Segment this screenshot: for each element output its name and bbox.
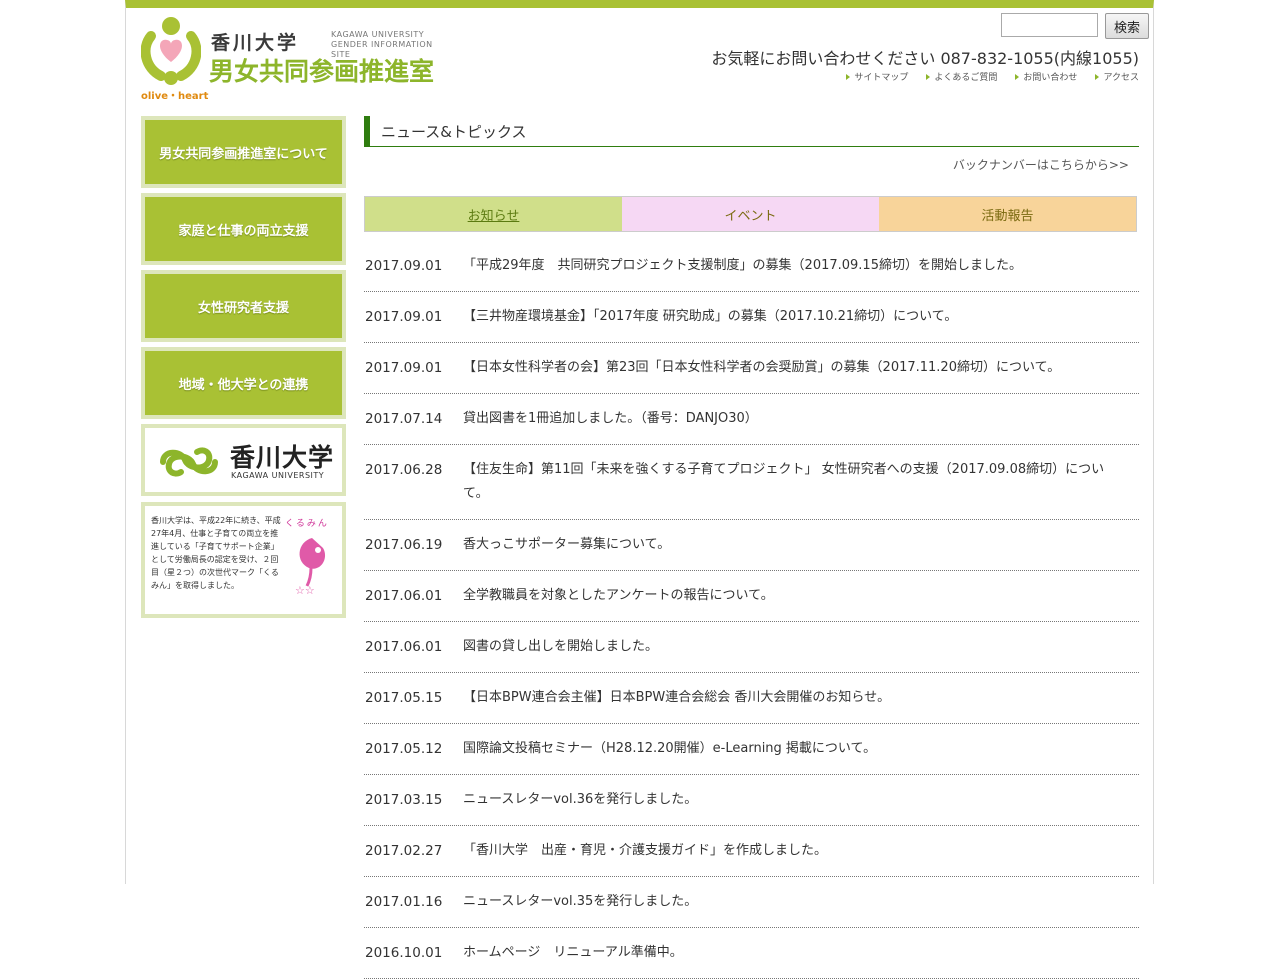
news-title[interactable]: 国際論文投稿セミナー（H28.12.20開催）e-Learning 掲載について… bbox=[463, 737, 1139, 761]
list-item[interactable]: 2017.05.15 【日本BPW連合会主催】日本BPW連合会総会 香川大会開催の… bbox=[364, 673, 1139, 724]
news-date: 2017.09.01 bbox=[365, 258, 443, 274]
list-item[interactable]: 2017.01.16 ニュースレターvol.35を発行しました。 bbox=[364, 877, 1139, 928]
faq-link[interactable]: よくあるご質問 bbox=[926, 70, 997, 83]
list-item[interactable]: 2017.09.01 「平成29年度 共同研究プロジェクト支援制度」の募集（201… bbox=[364, 241, 1139, 292]
news-title[interactable]: 【三井物産環境基金】「2017年度 研究助成」の募集（2017.10.21締切）… bbox=[463, 305, 1139, 329]
list-item[interactable]: 2017.03.15 ニュースレターvol.36を発行しました。 bbox=[364, 775, 1139, 826]
kurumin-description: 香川大学は、平成22年に続き、平成27年4月、仕事と子育ての両立を推進している「… bbox=[151, 516, 281, 590]
news-title[interactable]: 【日本BPW連合会主催】日本BPW連合会総会 香川大会開催のお知らせ。 bbox=[463, 686, 1139, 710]
news-date: 2017.06.01 bbox=[365, 588, 443, 604]
sidebar-item-about[interactable]: 男女共同参画推進室について bbox=[141, 116, 346, 188]
news-date: 2017.09.01 bbox=[365, 309, 443, 325]
logo-office-title: 男女共同参画推進室 bbox=[209, 57, 435, 86]
header-links: サイトマップ よくあるご質問 お問い合わせ アクセス bbox=[846, 70, 1139, 83]
arrow-right-icon bbox=[846, 73, 851, 80]
logo-university-name: 香川大学 bbox=[211, 32, 300, 54]
site-logo[interactable]: 香川大学 KAGAWA UNIVERSITY GENDER INFORMATIO… bbox=[141, 12, 451, 102]
news-title[interactable]: 全学教職員を対象としたアンケートの報告について。 bbox=[463, 584, 1139, 608]
news-date: 2017.02.27 bbox=[365, 843, 443, 859]
svg-text:☆☆: ☆☆ bbox=[295, 584, 315, 597]
sitemap-link[interactable]: サイトマップ bbox=[846, 70, 908, 83]
search-button[interactable]: 検索 bbox=[1105, 13, 1149, 39]
search-input[interactable] bbox=[1001, 13, 1098, 37]
news-date: 2017.06.28 bbox=[365, 462, 443, 478]
list-item[interactable]: 2017.06.28 【住友生命】第11回「未来を強くする子育てプロジェクト」 女… bbox=[364, 445, 1139, 520]
list-item[interactable]: 2017.05.12 国際論文投稿セミナー（H28.12.20開催）e-Learn… bbox=[364, 724, 1139, 775]
tab-report[interactable]: 活動報告 bbox=[879, 197, 1136, 231]
news-date: 2017.01.16 bbox=[365, 894, 443, 910]
sidebar-item-regional-cooperation[interactable]: 地域・他大学との連携 bbox=[141, 347, 346, 419]
list-item[interactable]: 2017.06.19 香大っこサポーター募集について。 bbox=[364, 520, 1139, 571]
news-title[interactable]: 「香川大学 出産・育児・介護支援ガイド」を作成しました。 bbox=[463, 839, 1139, 863]
list-item[interactable]: 2017.02.27 「香川大学 出産・育児・介護支援ガイド」を作成しました。 bbox=[364, 826, 1139, 877]
news-title[interactable]: 【住友生命】第11回「未来を強くする子育てプロジェクト」 女性研究者への支援（2… bbox=[463, 458, 1139, 506]
news-title[interactable]: ニュースレターvol.35を発行しました。 bbox=[463, 890, 1139, 914]
news-date: 2017.07.14 bbox=[365, 411, 443, 427]
kagawa-university-logo-icon bbox=[160, 447, 218, 477]
sidebar-item-work-life[interactable]: 家庭と仕事の両立支援 bbox=[141, 193, 346, 265]
access-link[interactable]: アクセス bbox=[1095, 70, 1139, 83]
kagawa-university-banner[interactable]: 香川大学 KAGAWA UNIVERSITY bbox=[141, 424, 346, 496]
list-item[interactable]: 2017.06.01 図書の貸し出しを開始しました。 bbox=[364, 622, 1139, 673]
news-title[interactable]: ニュースレターvol.36を発行しました。 bbox=[463, 788, 1139, 812]
page-container: 香川大学 KAGAWA UNIVERSITY GENDER INFORMATIO… bbox=[125, 0, 1154, 979]
olive-heart-logo-icon bbox=[141, 17, 201, 85]
list-item[interactable]: 2017.07.14 貸出図書を1冊追加しました。（番号：DANJO30） bbox=[364, 394, 1139, 445]
news-date: 2017.05.12 bbox=[365, 741, 443, 757]
sidebar-item-women-researchers[interactable]: 女性研究者支援 bbox=[141, 270, 346, 342]
section-title: ニュース&トピックス bbox=[364, 116, 1139, 147]
kurumin-info-box[interactable]: 香川大学は、平成22年に続き、平成27年4月、仕事と子育ての両立を推進している「… bbox=[141, 502, 346, 618]
arrow-right-icon bbox=[1095, 73, 1100, 80]
news-date: 2017.09.01 bbox=[365, 360, 443, 376]
contact-phone: お気軽にお問い合わせください 087-832-1055(内線1055) bbox=[711, 49, 1139, 68]
banner-university-name: 香川大学 bbox=[230, 443, 335, 472]
news-date: 2016.10.01 bbox=[365, 945, 443, 961]
list-item[interactable]: 2017.06.01 全学教職員を対象としたアンケートの報告について。 bbox=[364, 571, 1139, 622]
logo-tagline: olive・heart bbox=[141, 91, 209, 102]
news-title[interactable]: 貸出図書を1冊追加しました。（番号：DANJO30） bbox=[463, 407, 1139, 431]
contact-link[interactable]: お問い合わせ bbox=[1015, 70, 1077, 83]
kurumin-mark-icon: ☆☆ bbox=[295, 538, 326, 597]
banner-university-english: KAGAWA UNIVERSITY bbox=[231, 471, 325, 480]
news-title[interactable]: ホームページ リニューアル準備中。 bbox=[463, 941, 1139, 965]
news-date: 2017.05.15 bbox=[365, 690, 443, 706]
list-item[interactable]: 2017.09.01 【三井物産環境基金】「2017年度 研究助成」の募集（201… bbox=[364, 292, 1139, 343]
news-title[interactable]: 【日本女性科学者の会】第23回「日本女性科学者の会奨励賞」の募集（2017.11… bbox=[463, 356, 1139, 380]
back-number-link[interactable]: バックナンバーはこちらから>> bbox=[953, 156, 1129, 173]
news-date: 2017.06.19 bbox=[365, 537, 443, 553]
arrow-right-icon bbox=[926, 73, 931, 80]
news-title[interactable]: 「平成29年度 共同研究プロジェクト支援制度」の募集（2017.09.15締切）… bbox=[463, 254, 1139, 278]
tab-event[interactable]: イベント bbox=[622, 197, 879, 231]
list-item[interactable]: 2017.09.01 【日本女性科学者の会】第23回「日本女性科学者の会奨励賞」の… bbox=[364, 343, 1139, 394]
news-title[interactable]: 香大っこサポーター募集について。 bbox=[463, 533, 1139, 557]
news-date: 2017.03.15 bbox=[365, 792, 443, 808]
news-title[interactable]: 図書の貸し出しを開始しました。 bbox=[463, 635, 1139, 659]
list-item[interactable]: 2016.10.01 ホームページ リニューアル準備中。 bbox=[364, 928, 1139, 979]
news-date: 2017.06.01 bbox=[365, 639, 443, 655]
news-list: 2017.09.01 「平成29年度 共同研究プロジェクト支援制度」の募集（201… bbox=[364, 241, 1139, 979]
arrow-right-icon bbox=[1015, 73, 1020, 80]
tab-info[interactable]: お知らせ bbox=[365, 197, 622, 231]
news-tabs: お知らせ イベント 活動報告 bbox=[364, 196, 1137, 232]
